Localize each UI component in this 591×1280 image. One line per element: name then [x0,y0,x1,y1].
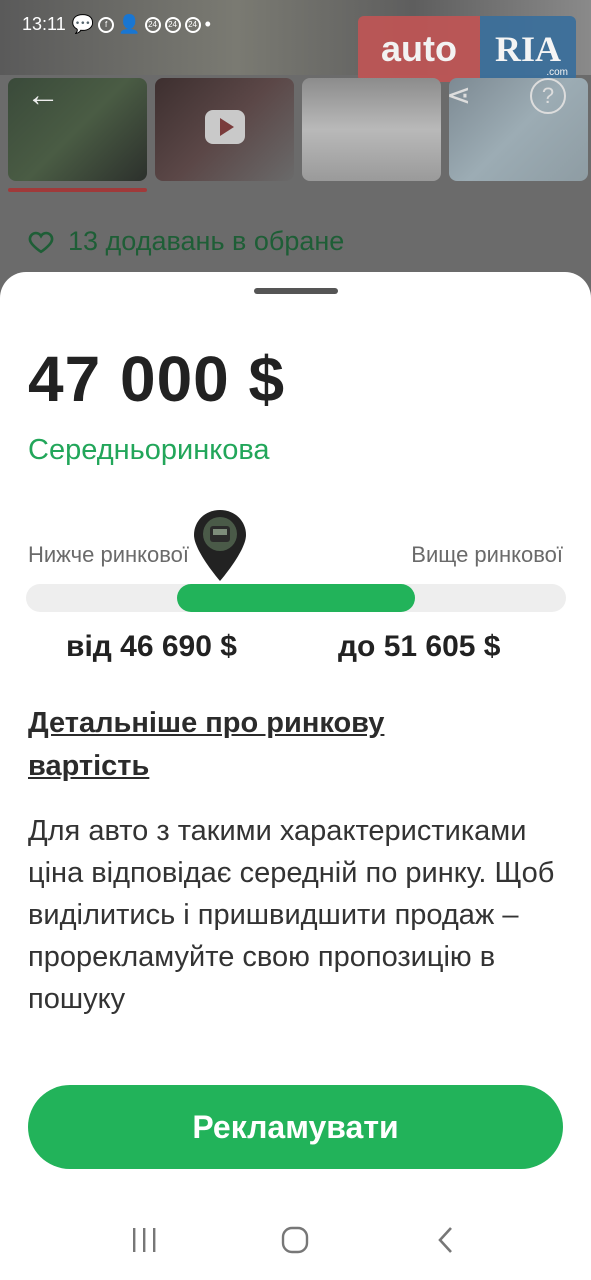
car-location-pin-icon [194,510,247,581]
share-icon[interactable]: ⋖ [446,78,471,113]
status-time: 13:11 [22,14,66,34]
favorites-count[interactable]: 13 додавань в обране [28,226,344,257]
video-thumb[interactable] [155,78,294,181]
favorites-label: 13 додавань в обране [68,226,345,256]
market-scale-track [26,584,566,612]
photo-thumb[interactable] [302,78,441,181]
price-value: 47 000 $ [28,343,286,415]
market-value-details-link[interactable]: Детальніше про ринкову вартість [28,702,508,788]
play-icon [205,110,245,144]
below-market-label: Нижче ринкової [28,542,190,567]
back-icon[interactable] [416,1220,476,1260]
range-from: від 46 690 $ [66,630,237,663]
notification-icons: 💬 f 👤 24 24 24 • [72,14,211,35]
logo-auto: auto [358,16,480,82]
active-photo-indicator [8,188,147,192]
person-icon: 👤 [118,14,141,34]
above-market-label: Вище ринкової [411,542,563,567]
facebook-icon: f [98,16,115,33]
price-bottom-sheet: 47 000 $ Середньоринкова Нижче ринкової … [0,272,591,1280]
home-icon[interactable] [265,1220,325,1260]
autoria-logo: auto RIA .com [358,16,576,82]
back-arrow-icon[interactable]: ← [26,76,60,115]
range-to: до 51 605 $ [338,630,501,663]
market-range-fill [177,584,415,612]
heart-icon [28,231,54,253]
status-bar: 13:11 💬 f 👤 24 24 24 • [22,14,211,35]
system-navbar [0,1200,591,1280]
sheet-drag-handle[interactable] [254,288,338,294]
recent-apps-icon[interactable] [115,1220,175,1260]
chat-icon: 💬 [71,14,95,34]
logo-domain: .com [546,67,568,78]
help-icon[interactable]: ? [530,78,566,114]
logo-ria-text: RIA [494,29,561,69]
market-rating: Середньоринкова [28,434,270,466]
market-description: Для авто з такими характеристиками ціна … [28,815,555,1015]
badge-icon: 24 [164,16,181,33]
logo-ria: RIA .com [480,16,576,82]
background-overlay: 13:11 💬 f 👤 24 24 24 • auto RIA .com ← ⋖… [0,0,591,300]
badge-icon: 24 [184,16,201,33]
badge-icon: 24 [144,16,161,33]
advertise-button[interactable]: Рекламувати [28,1085,563,1169]
photo-strip [8,78,588,181]
dot-icon: • [204,14,211,34]
